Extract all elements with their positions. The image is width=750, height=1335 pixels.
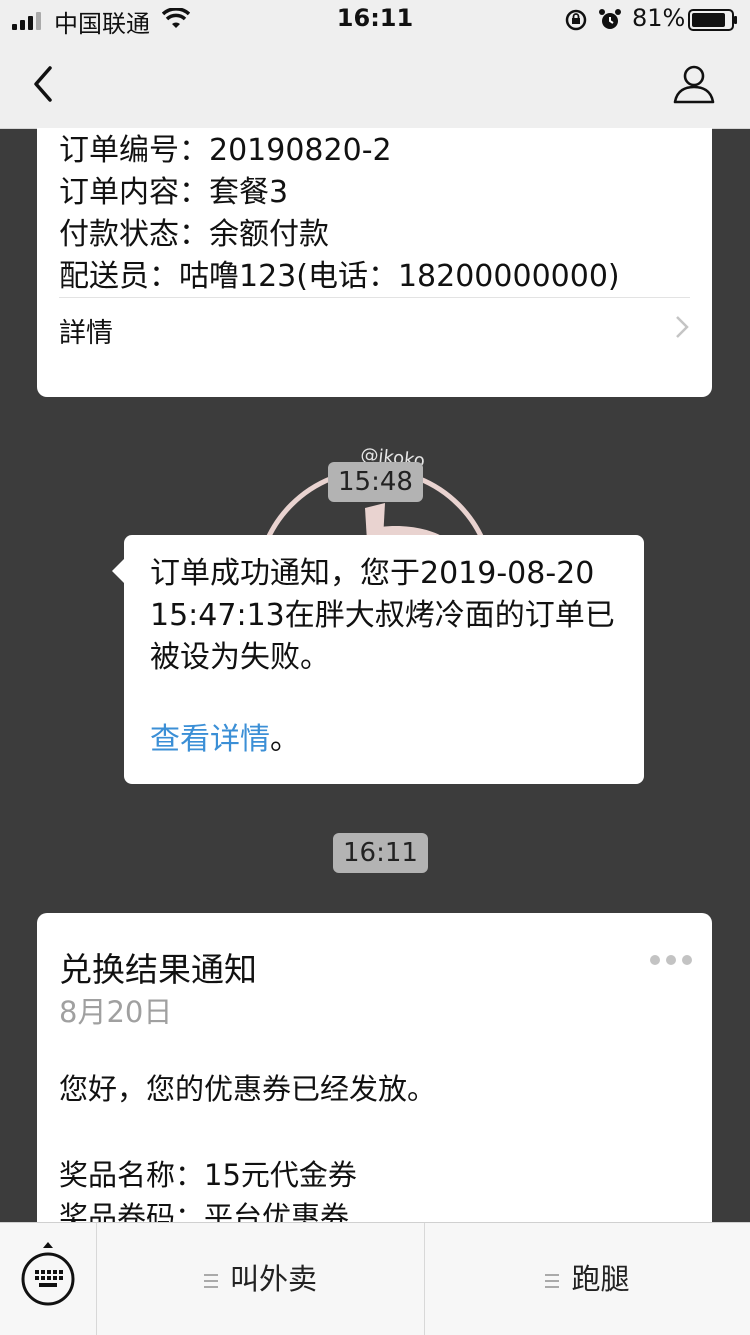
courier-info: 配送员：咕噜123(电话：18200000000) (59, 259, 620, 294)
nav-bar (0, 40, 750, 129)
rotation-lock-icon (565, 9, 587, 31)
card-body: 您好，您的优惠券已经发放。 奖品名称：15元代金券 奖品卷码：平台优惠券 (59, 1068, 436, 1222)
prize-name: 奖品名称：15元代金券 (59, 1158, 357, 1192)
battery-percent: 81% (632, 4, 686, 32)
order-number: 订单编号：20190820-2 (59, 133, 392, 168)
detail-link[interactable]: 詳情 (59, 311, 113, 350)
card-date: 8月20日 (59, 995, 173, 1029)
more-dots-icon[interactable] (650, 955, 692, 965)
menu-lines-icon (545, 1274, 560, 1288)
profile-icon[interactable] (672, 62, 716, 106)
link-line: 查看详情。 (150, 719, 300, 761)
payment-status: 付款状态：余额付款 (59, 217, 329, 252)
keyboard-icon[interactable] (20, 1241, 76, 1317)
alarm-icon (599, 9, 621, 29)
timestamp: 15:48 (328, 462, 423, 502)
card-divider (59, 297, 690, 298)
order-content: 订单内容：套餐3 (59, 175, 289, 210)
chat-area[interactable]: 订单编号：20190820-2 订单内容：套餐3 付款状态：余额付款 配送员：咕… (0, 128, 750, 1222)
menu-order-takeout[interactable]: 叫外卖 (97, 1223, 424, 1335)
order-info: 订单编号：20190820-2 订单内容：套餐3 付款状态：余额付款 配送员：咕… (59, 130, 620, 298)
prize-code: 奖品卷码：平台优惠券 (59, 1200, 350, 1222)
message-bubble[interactable]: 订单成功通知，您于2019-08-20 15:47:13在胖大叔烤冷面的订单已被… (112, 535, 644, 784)
menu-item-label: 跑腿 (571, 1262, 630, 1296)
view-details-link[interactable]: 查看详情 (150, 722, 270, 757)
card-title: 兑换结果通知 (59, 950, 257, 989)
link-suffix: 。 (270, 722, 300, 757)
timestamp: 16:11 (333, 833, 428, 873)
menu-item-label: 叫外卖 (229, 1262, 317, 1296)
keyboard-toggle-button[interactable] (0, 1223, 96, 1335)
battery-icon (688, 9, 737, 31)
message-text: 订单成功通知，您于2019-08-20 15:47:13在胖大叔烤冷面的订单已被… (150, 556, 615, 675)
status-bar: 中国联通 16:11 81% (0, 0, 750, 40)
chevron-right-icon[interactable] (674, 314, 690, 340)
order-card: 订单编号：20190820-2 订单内容：套餐3 付款状态：余额付款 配送员：咕… (37, 128, 712, 397)
bottom-menu-bar: 叫外卖 跑腿 (0, 1222, 750, 1335)
menu-errand[interactable]: 跑腿 (425, 1223, 750, 1335)
greeting-text: 您好，您的优惠券已经发放。 (59, 1072, 437, 1106)
back-chevron-icon[interactable] (28, 64, 58, 104)
exchange-result-card[interactable]: 兑换结果通知 8月20日 您好，您的优惠券已经发放。 奖品名称：15元代金券 奖… (37, 913, 712, 1222)
menu-lines-icon (203, 1274, 218, 1288)
